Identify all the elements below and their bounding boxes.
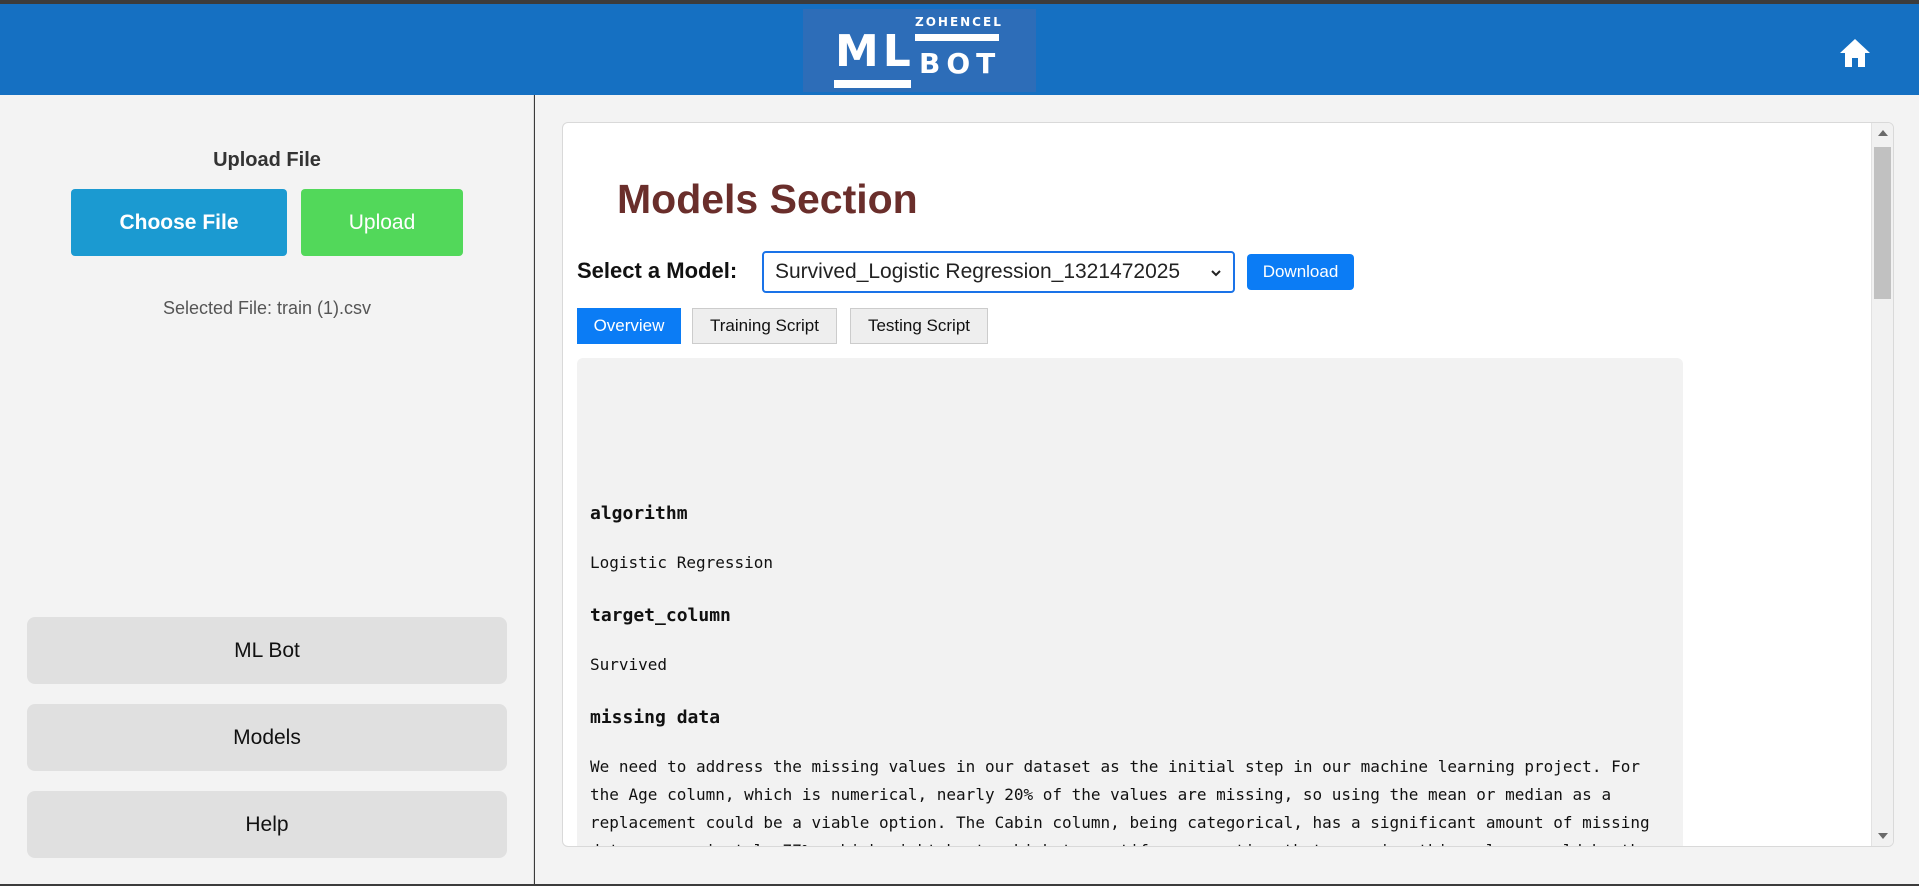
algorithm-heading: algorithm [590,503,688,524]
missing-data-text: We need to address the missing values in… [590,757,1650,846]
model-select[interactable]: Survived_Logistic Regression_1321472025 [762,251,1235,293]
model-select-value: Survived_Logistic Regression_1321472025 [775,260,1181,283]
upload-button[interactable]: Upload [301,189,463,256]
home-icon[interactable] [1838,37,1872,69]
models-card: Models Section Select a Model: Survived_… [562,122,1894,847]
logo-bar [915,34,999,41]
logo-brand-text: ZOHENCEL [915,15,1003,29]
choose-file-button[interactable]: Choose File [71,189,287,256]
logo-bot-text: BOT [919,47,1002,80]
missing-data-heading: missing data [590,707,721,728]
nav-help-button[interactable]: Help [27,791,507,858]
tab-testing-script[interactable]: Testing Script [850,308,988,344]
scroll-up-icon[interactable] [1878,130,1888,136]
download-button[interactable]: Download [1247,254,1354,290]
overview-content: algorithm Logistic Regression target_col… [577,358,1683,846]
logo-ml-text: ML [835,26,915,77]
main-panel: Models Section Select a Model: Survived_… [535,95,1919,884]
page-title: Models Section [617,176,918,222]
logo-underline [834,80,911,88]
nav-ml-bot-button[interactable]: ML Bot [27,617,507,684]
select-model-label: Select a Model: [577,258,738,283]
app-header: ZOHENCEL ML BOT [0,4,1919,95]
selected-file-text: Selected File: train (1).csv [162,298,372,318]
upload-title: Upload File [213,149,321,171]
sidebar: Upload File Choose File Upload Selected … [0,95,534,884]
ml-bot-logo: ZOHENCEL ML BOT [803,9,1036,92]
scrollbar-thumb[interactable] [1874,147,1891,299]
target-column-heading: target_column [590,605,731,626]
tab-overview[interactable]: Overview [577,308,681,344]
scrollbar[interactable] [1871,123,1893,846]
nav-models-button[interactable]: Models [27,704,507,771]
target-column-value: Survived [590,655,668,674]
algorithm-value: Logistic Regression [590,553,774,572]
tab-training-script[interactable]: Training Script [692,308,837,344]
chevron-down-icon [1211,270,1221,277]
scroll-down-icon[interactable] [1878,833,1888,839]
